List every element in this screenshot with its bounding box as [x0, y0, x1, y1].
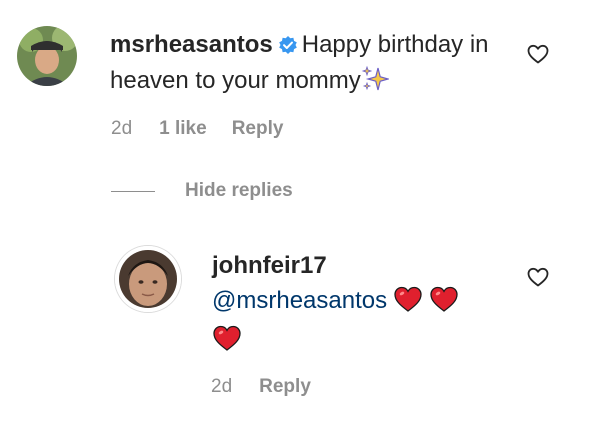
comment-body: msrheasantos Happy birthday in heaven to …: [110, 28, 510, 102]
verified-badge-icon: [278, 31, 298, 64]
comment-timestamp: 2d: [111, 118, 133, 139]
avatar-johnfeir17[interactable]: [115, 246, 181, 312]
hide-replies-divider: [111, 190, 155, 192]
comment-meta: 2d 1 like Reply: [111, 118, 283, 140]
comment-username[interactable]: msrheasantos: [110, 31, 273, 58]
hide-replies-button[interactable]: Hide replies: [111, 180, 293, 202]
reply-timestamp: 2d: [211, 376, 233, 397]
comment-reply-button[interactable]: Reply: [232, 118, 284, 140]
reply-reply-button[interactable]: Reply: [259, 376, 311, 398]
reply-meta: 2d Reply: [211, 376, 311, 398]
comment-likes-count[interactable]: 1 like: [159, 118, 207, 140]
avatar-msrheasantos[interactable]: [17, 26, 77, 86]
red-heart-emoji-icon: [393, 285, 423, 323]
like-comment-heart-icon[interactable]: [526, 42, 550, 66]
reply-mention-link[interactable]: @msrheasantos: [212, 287, 387, 314]
red-heart-emoji-icon: [429, 285, 459, 323]
reply-body: @msrheasantos: [212, 284, 512, 362]
hide-replies-label: Hide replies: [185, 180, 293, 201]
like-reply-heart-icon[interactable]: [526, 265, 550, 289]
red-heart-emoji-icon: [212, 324, 242, 362]
reply-username[interactable]: johnfeir17: [212, 252, 327, 280]
sparkles-emoji-icon: [361, 65, 390, 102]
